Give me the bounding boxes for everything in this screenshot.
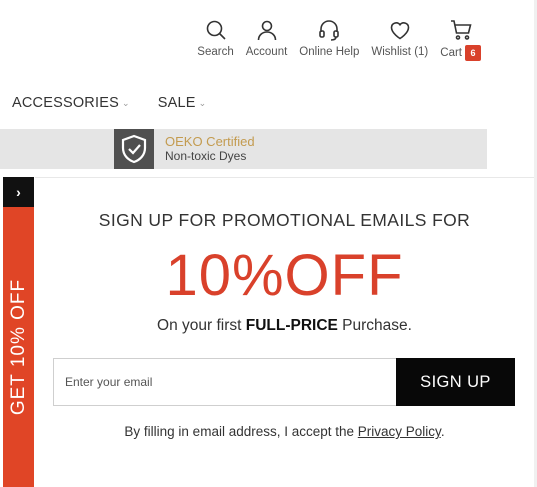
header-icon-nav: Search Account Online Help Wishlist (1) (197, 18, 481, 61)
promo-title: SIGN UP FOR PROMOTIONAL EMAILS FOR (98, 210, 471, 230)
privacy-notice-period: . (440, 424, 445, 439)
online-help-label: Online Help (299, 46, 360, 58)
category-sale-label: SALE (157, 95, 196, 111)
shopping-cart-icon (450, 20, 472, 40)
promo-subtitle-prefix: On your first (157, 317, 246, 334)
chevron-down-icon: ⌄ (198, 97, 207, 108)
category-menu: ACCESSORIES ⌄ SALE ⌄ (12, 95, 234, 111)
page: Search Account Online Help Wishlist (1) (0, 0, 537, 487)
privacy-notice-text: By filling in email address, I accept th… (124, 424, 358, 439)
account-nav-item[interactable]: Account (245, 18, 288, 58)
privacy-notice: By filling in email address, I accept th… (35, 424, 534, 439)
headset-icon (319, 20, 340, 41)
cart-nav-item[interactable]: Cart 6 (440, 18, 481, 61)
wishlist-nav-item[interactable]: Wishlist (1) (371, 18, 428, 58)
category-sale[interactable]: SALE ⌄ (158, 95, 207, 111)
online-help-nav-item[interactable]: Online Help (299, 18, 359, 58)
chevron-down-icon: ⌄ (121, 97, 130, 108)
shield-check-icon (121, 134, 147, 164)
email-input[interactable] (53, 358, 396, 406)
user-icon (257, 20, 276, 41)
sign-up-button[interactable]: SIGN UP (396, 358, 515, 406)
promo-subtitle: On your first FULL-PRICE Purchase. (35, 317, 534, 335)
oeko-title: OEKO Certified (165, 134, 255, 149)
privacy-policy-link[interactable]: Privacy Policy (358, 424, 441, 439)
wishlist-label: Wishlist (1) (371, 46, 429, 58)
heart-icon (390, 22, 410, 40)
search-icon (206, 20, 226, 40)
oeko-subtitle: Non-toxic Dyes (165, 149, 247, 163)
side-tab-label: GET 10% OFF (7, 278, 29, 416)
category-accessories[interactable]: ACCESSORIES ⌄ (12, 95, 130, 111)
search-label: Search (197, 46, 234, 58)
oeko-badge (114, 129, 154, 169)
search-nav-item[interactable]: Search (197, 18, 234, 58)
cart-label: Cart (440, 47, 462, 59)
oeko-banner: OEKO Certified Non-toxic Dyes (0, 129, 487, 169)
cart-label-row: Cart 6 (440, 45, 481, 61)
promo-subtitle-suffix: Purchase. (337, 317, 412, 334)
cart-count-badge: 6 (465, 45, 481, 61)
chevron-right-icon: › (16, 184, 21, 200)
get-discount-side-tab[interactable]: GET 10% OFF (3, 207, 34, 487)
account-label: Account (245, 46, 288, 58)
promo-subtitle-bold: FULL-PRICE (245, 317, 338, 334)
category-accessories-label: ACCESSORIES (12, 95, 119, 111)
collapse-popup-button[interactable]: › (3, 177, 34, 207)
email-signup-popup: SIGN UP FOR PROMOTIONAL EMAILS FOR 10%OF… (35, 177, 534, 487)
promo-discount-headline: 10%OFF (165, 243, 404, 308)
